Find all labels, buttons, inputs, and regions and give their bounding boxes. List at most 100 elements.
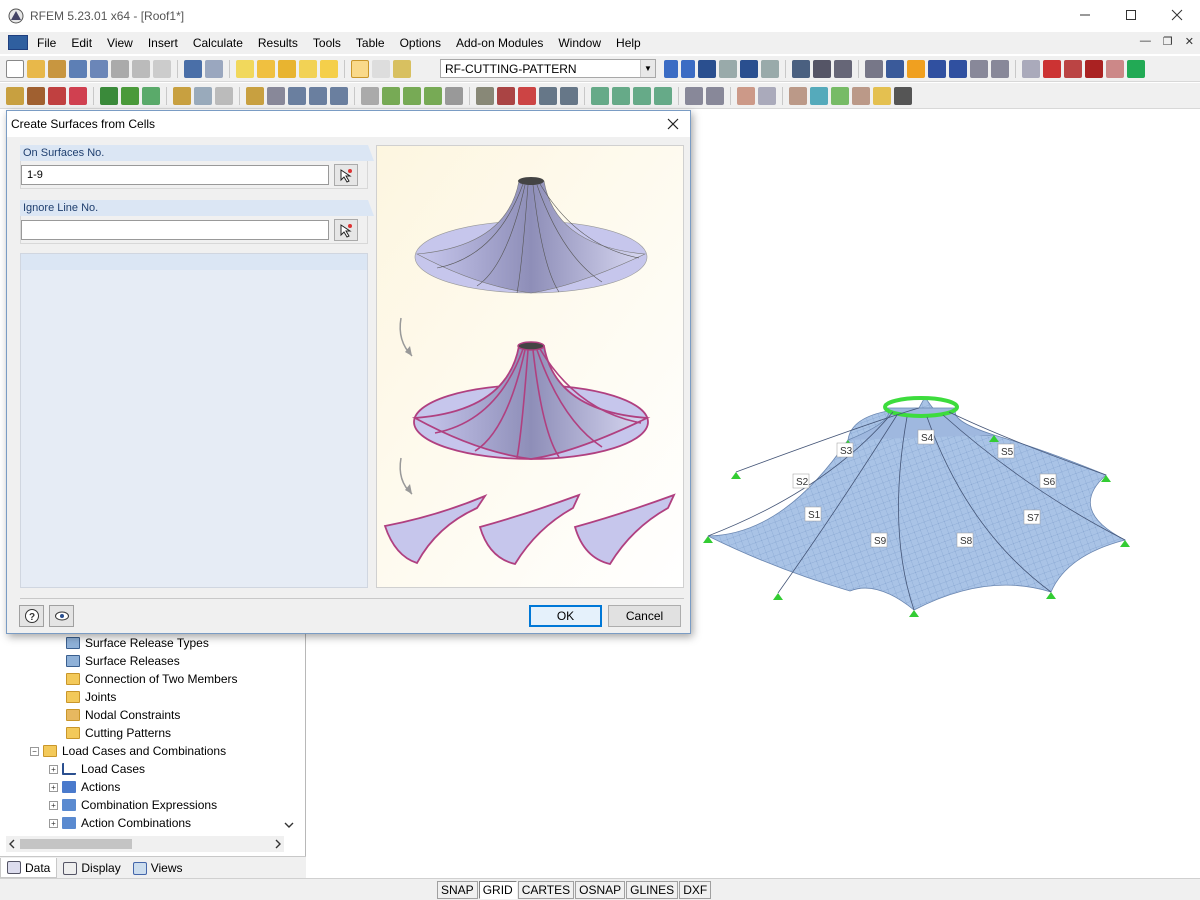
copy-icon[interactable]	[970, 60, 988, 78]
open-file-icon[interactable]	[27, 60, 45, 78]
close-window-button[interactable]	[1154, 0, 1200, 30]
display-mode-icon[interactable]	[706, 87, 724, 105]
table-view-icon[interactable]	[351, 60, 369, 78]
layers-icon[interactable]	[873, 87, 891, 105]
line-icon[interactable]	[27, 87, 45, 105]
print-icon[interactable]	[132, 60, 150, 78]
menu-file[interactable]: File	[37, 36, 56, 50]
polyline-icon[interactable]	[69, 87, 87, 105]
maximize-button[interactable]	[1108, 0, 1154, 30]
scrollbar-thumb[interactable]	[20, 839, 132, 849]
dxf-toggle[interactable]: DXF	[679, 881, 712, 899]
edit-icon[interactable]	[236, 60, 254, 78]
view-y-icon[interactable]	[612, 87, 630, 105]
member-icon[interactable]	[48, 87, 66, 105]
section-icon[interactable]	[834, 60, 852, 78]
window-icon[interactable]	[320, 60, 338, 78]
box-icon[interactable]	[330, 87, 348, 105]
expand-icon[interactable]: +	[49, 782, 58, 792]
print-report-icon[interactable]	[111, 60, 129, 78]
scroll-left-icon[interactable]	[6, 836, 18, 852]
tree-item-joints[interactable]: Joints	[66, 688, 116, 706]
frame-icon[interactable]	[215, 87, 233, 105]
scroll-down-icon[interactable]	[282, 818, 296, 832]
save-icon[interactable]	[90, 60, 108, 78]
ignore-line-input[interactable]	[21, 220, 329, 240]
tree-item-surface-releases[interactable]: Surface Releases	[66, 652, 180, 670]
dialog-close-button[interactable]	[662, 113, 684, 135]
tab-data[interactable]: Data	[0, 858, 58, 878]
menu-window[interactable]: Window	[558, 36, 601, 50]
erase-icon[interactable]	[758, 87, 776, 105]
hinge-icon[interactable]	[173, 87, 191, 105]
camera-icon[interactable]	[476, 87, 494, 105]
expand-icon[interactable]: +	[49, 764, 58, 774]
menu-results[interactable]: Results	[258, 36, 298, 50]
add-icon[interactable]	[246, 87, 264, 105]
load-solid-icon[interactable]	[445, 87, 463, 105]
zoom-select-icon[interactable]	[518, 87, 536, 105]
menu-calculate[interactable]: Calculate	[193, 36, 243, 50]
block-icon[interactable]	[288, 87, 306, 105]
load-node-icon[interactable]	[382, 87, 400, 105]
cancel-button[interactable]: Cancel	[608, 605, 681, 627]
cartes-toggle[interactable]: CARTES	[517, 881, 575, 899]
tree-item-actions[interactable]: + Actions	[49, 778, 120, 796]
pick-surfaces-button[interactable]	[334, 164, 358, 186]
view-z-icon[interactable]	[633, 87, 651, 105]
grid-toggle[interactable]: GRID	[478, 881, 517, 899]
measure-icon[interactable]	[789, 87, 807, 105]
table-icon[interactable]	[894, 87, 912, 105]
view-3d-icon[interactable]	[560, 87, 578, 105]
divide-icon[interactable]	[1022, 60, 1040, 78]
menu-view[interactable]: View	[107, 36, 133, 50]
on-surfaces-input[interactable]: 1-9	[21, 165, 329, 185]
search-icon[interactable]	[257, 60, 275, 78]
tools-icon[interactable]	[361, 87, 379, 105]
show-results-icon[interactable]	[740, 60, 758, 78]
module-icon[interactable]	[393, 60, 411, 78]
open-block-icon[interactable]	[48, 60, 66, 78]
mdi-close-icon[interactable]: ✕	[1185, 35, 1194, 48]
perspective-icon[interactable]	[685, 87, 703, 105]
rotate-icon[interactable]	[949, 60, 967, 78]
iso-view-icon[interactable]	[539, 87, 557, 105]
results-icon[interactable]	[698, 60, 716, 78]
menu-insert[interactable]: Insert	[148, 36, 178, 50]
glines-toggle[interactable]: GLINES	[626, 881, 679, 899]
cube-icon[interactable]	[309, 87, 327, 105]
load-surface-icon[interactable]	[424, 87, 442, 105]
view-minus-x-icon[interactable]	[654, 87, 672, 105]
tree-item-nodal-constraints[interactable]: Nodal Constraints	[66, 706, 180, 724]
document-logo-icon[interactable]	[8, 35, 28, 50]
render-icon[interactable]	[865, 60, 883, 78]
values-icon[interactable]	[719, 60, 737, 78]
guide-line-icon[interactable]	[852, 87, 870, 105]
save-all-icon[interactable]	[69, 60, 87, 78]
minimize-button[interactable]	[1062, 0, 1108, 30]
move-icon[interactable]	[928, 60, 946, 78]
dimension-icon[interactable]	[194, 87, 212, 105]
tree-item-load-cases[interactable]: + Load Cases	[49, 760, 145, 778]
line-support-icon[interactable]	[121, 87, 139, 105]
load-member-icon[interactable]	[403, 87, 421, 105]
select-icon[interactable]	[299, 60, 317, 78]
tab-display[interactable]: Display	[57, 858, 126, 878]
collapse-icon[interactable]: −	[30, 746, 39, 756]
ok-button[interactable]: OK	[529, 605, 602, 627]
surface-color-icon[interactable]	[810, 87, 828, 105]
menu-options[interactable]: Options	[400, 36, 441, 50]
menu-tools[interactable]: Tools	[313, 36, 341, 50]
animation-icon[interactable]	[792, 60, 810, 78]
zoom-icon[interactable]	[497, 87, 515, 105]
target-icon[interactable]	[278, 60, 296, 78]
tab-views[interactable]: Views	[127, 858, 189, 878]
mdi-minimize-icon[interactable]: —	[1140, 35, 1151, 48]
curve-icon[interactable]	[737, 87, 755, 105]
redo-icon[interactable]	[205, 60, 223, 78]
pick-lines-button[interactable]	[334, 219, 358, 241]
new-file-icon[interactable]	[6, 60, 24, 78]
tree-item-surface-release-types[interactable]: Surface Release Types	[66, 634, 209, 652]
expand-icon[interactable]: +	[49, 818, 58, 828]
undo-icon[interactable]	[184, 60, 202, 78]
